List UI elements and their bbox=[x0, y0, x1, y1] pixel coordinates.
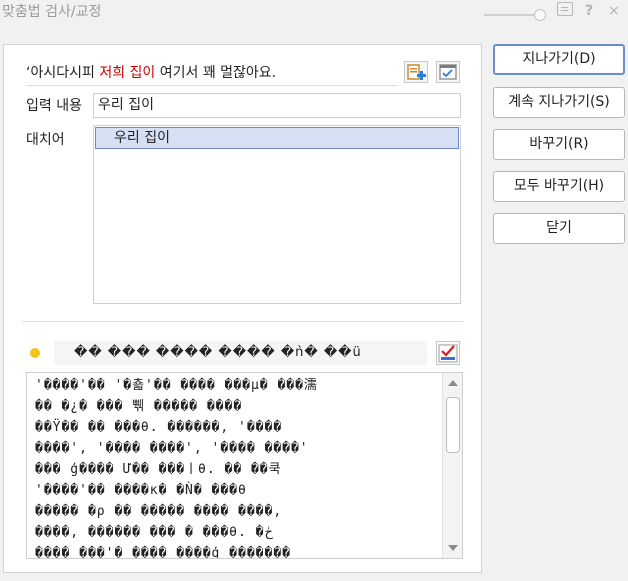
dictionary-add-icon[interactable] bbox=[404, 61, 428, 83]
sentence-error-highlight[interactable]: 저희 집이 bbox=[99, 65, 155, 81]
replacement-label: 대치어 bbox=[26, 132, 65, 148]
help-text-line: '����'�� '�춃'�� ���� ���µ� ���濡 bbox=[35, 378, 318, 393]
input-content-field[interactable]: 우리 집이 bbox=[93, 93, 461, 118]
help-text-line: ��� ģ���� Ư�� ���ㅣθ. �� ��쿡 bbox=[35, 462, 282, 477]
help-text-line: ����� �ρ �� ����� ���� ����, bbox=[35, 504, 283, 519]
slider-track bbox=[484, 14, 536, 16]
scroll-up-icon[interactable] bbox=[448, 380, 458, 386]
replace-button[interactable]: 바꾸기(R) bbox=[493, 129, 625, 160]
title-bar: 맞춤법 검사/교정 ? × bbox=[0, 0, 628, 28]
help-summary-line: �� ��� ���� ���� �ǹ� ��ü bbox=[54, 341, 427, 365]
help-icon[interactable]: ? bbox=[585, 3, 593, 19]
spellcheck-panel: ‘아시다시피 저희 집이 여기서 꽤 멀잖아요. 입력 내용 우리 집이 대치어… bbox=[3, 44, 482, 573]
help-text-box[interactable]: '����'�� '�춃'�� ���� ���µ� ���濡 �� �¿� �… bbox=[26, 372, 463, 559]
scroll-down-icon[interactable] bbox=[448, 545, 458, 551]
close-icon[interactable]: × bbox=[608, 3, 620, 19]
close-button[interactable]: 닫기 bbox=[493, 213, 625, 244]
help-text-line: '����'�� ����ĸ� �Ǹ� ���θ bbox=[35, 483, 247, 498]
check-option-icon[interactable] bbox=[436, 61, 460, 83]
skip-all-button[interactable]: 계속 지나가기(S) bbox=[493, 87, 625, 118]
opacity-slider[interactable] bbox=[484, 8, 546, 22]
sentence-prefix: ‘아시다시피 bbox=[26, 65, 100, 81]
skip-button[interactable]: 지나가기(D) bbox=[493, 44, 625, 75]
replace-all-button[interactable]: 모두 바꾸기(H) bbox=[493, 171, 625, 202]
memo-icon[interactable] bbox=[557, 2, 573, 16]
scroll-thumb[interactable] bbox=[446, 397, 460, 453]
replacement-list[interactable]: 우리 집이 bbox=[93, 125, 461, 304]
help-scrollbar[interactable] bbox=[442, 373, 462, 558]
help-text: '����'�� '�춃'�� ���� ���µ� ���濡 �� �¿� �… bbox=[35, 375, 435, 559]
section-divider bbox=[22, 321, 463, 322]
help-text-line: ����, ������ ��� � ���θ. �ڂ bbox=[35, 525, 273, 540]
spellcheck-icon[interactable] bbox=[436, 341, 460, 365]
help-text-line: �� �¿� ��� 쀆 ����� ���� bbox=[35, 399, 243, 414]
slider-thumb[interactable] bbox=[534, 9, 546, 21]
replacement-item[interactable]: 우리 집이 bbox=[95, 127, 459, 149]
input-label: 입력 내용 bbox=[26, 98, 82, 114]
help-text-line: ��Ÿ�� �� ���θ. ������, '���� bbox=[35, 420, 283, 435]
help-text-line: ���� ���'� ���� ����ģ ������� bbox=[35, 546, 291, 559]
status-dot-icon bbox=[30, 348, 40, 358]
window-title: 맞춤법 검사/교정 bbox=[2, 4, 102, 20]
checked-sentence: ‘아시다시피 저희 집이 여기서 꽤 멀잖아요. bbox=[26, 61, 398, 86]
sentence-suffix: 여기서 꽤 멀잖아요. bbox=[155, 65, 277, 81]
help-text-line: ����', '���� ����', '���� ����' bbox=[35, 441, 309, 456]
